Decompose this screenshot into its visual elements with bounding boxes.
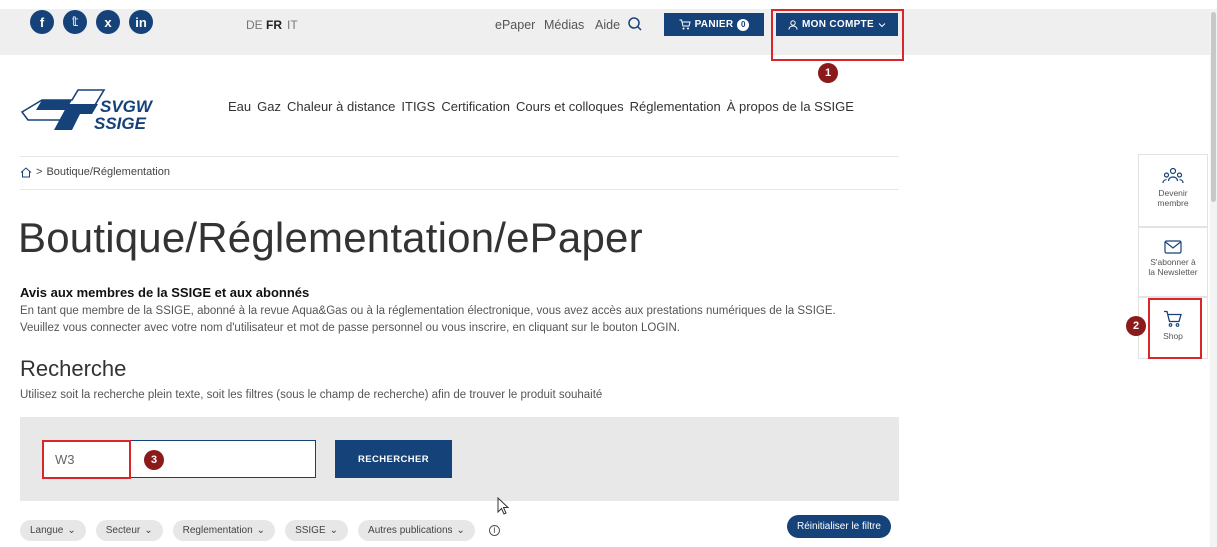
filter-label: SSIGE [295,525,326,536]
search-button[interactable]: RECHERCHER [335,440,452,478]
side-member-label-1: Devenir [1158,188,1188,198]
filter-bar: Langue ⌄ Secteur ⌄ Reglementation ⌄ SSIGE ⌄ … [20,520,500,541]
nav-eau[interactable]: Eau [228,99,251,114]
filter-ssige[interactable]: SSIGE ⌄ [285,520,349,541]
nav-certification[interactable]: Certification [441,99,510,114]
lang-de[interactable]: DE [246,18,263,32]
filter-label: Langue [30,525,64,536]
reset-filter-button[interactable]: Réinitialiser le filtre [787,515,891,538]
cart-label: PANIER [694,19,734,30]
xing-icon[interactable]: x [96,10,120,34]
link-epaper[interactable]: ePaper [495,18,535,32]
filter-label: Autres publications [368,525,453,536]
side-newsletter-label-2: la Newsletter [1148,267,1198,277]
notice-text: En tant que membre de la SSIGE, abonné à… [20,303,920,337]
side-newsletter-label-1: S'abonner à [1150,257,1196,267]
divider [20,189,899,190]
side-member[interactable]: Devenir membre [1138,154,1208,227]
search-icon[interactable] [627,16,643,32]
twitter-icon[interactable]: 𝕥 [63,10,87,34]
marker-2: 2 [1126,316,1146,336]
highlight-search-input [42,440,131,479]
side-member-label-2: membre [1157,198,1189,208]
chevron-down-icon: ⌄ [144,525,153,536]
link-medias[interactable]: Médias [544,18,584,32]
lang-it[interactable]: IT [287,18,298,32]
breadcrumb-current: Boutique/Réglementation [46,166,170,178]
linkedin-icon[interactable]: in [129,10,153,34]
chevron-down-icon: ⌄ [67,525,76,536]
notice-line-1: En tant que membre de la SSIGE, abonné à… [20,305,836,317]
filter-reglementation[interactable]: Reglementation ⌄ [172,520,276,541]
cart-count-badge: 0 [737,18,750,31]
filter-label: Secteur [105,525,141,536]
mouse-cursor-icon [497,497,510,515]
nav-a-propos[interactable]: À propos de la SSIGE [727,99,854,114]
notice-title: Avis aux membres de la SSIGE et aux abon… [20,285,310,300]
filter-secteur[interactable]: Secteur ⌄ [95,520,163,541]
breadcrumb-separator: > [36,166,43,178]
search-hint: Utilisez soit la recherche plein texte, … [20,389,603,401]
group-icon [1162,167,1184,184]
marker-3: 3 [144,450,164,470]
scrollbar-thumb[interactable] [1211,12,1216,202]
chevron-down-icon: ⌄ [456,525,465,536]
envelope-icon [1164,240,1182,254]
side-newsletter[interactable]: S'abonner à la Newsletter [1138,227,1208,297]
filter-langue[interactable]: Langue ⌄ [20,520,86,541]
nav-gaz[interactable]: Gaz [257,99,281,114]
main-nav: Eau Gaz Chaleur à distance ITIGS Certifi… [228,99,854,114]
marker-1: 1 [818,63,838,83]
nav-itigs[interactable]: ITIGS [401,99,435,114]
info-icon[interactable]: i [488,525,500,536]
highlight-shop [1148,298,1202,359]
search-heading: Recherche [20,356,127,381]
chevron-down-icon: ⌄ [256,525,266,536]
divider [20,156,899,157]
top-bar [0,9,1210,55]
svg-text:SSIGE: SSIGE [94,114,147,132]
nav-cours[interactable]: Cours et colloques [516,99,624,114]
svgw-ssige-logo: SVGW SSIGE [20,89,154,132]
link-aide[interactable]: Aide [595,18,620,32]
breadcrumb: > Boutique/Réglementation [20,166,170,178]
filter-autres[interactable]: Autres publications ⌄ [358,520,475,541]
cart-button[interactable]: PANIER 0 [664,13,764,36]
filter-label: Reglementation [182,525,253,536]
cart-icon [679,19,691,30]
notice-line-2: Veuillez vous connecter avec votre nom d… [20,322,680,334]
facebook-icon[interactable]: f [30,10,54,34]
page-title: Boutique/Réglementation/ePaper [18,214,643,261]
chevron-down-icon: ⌄ [329,525,339,536]
nav-chaleur[interactable]: Chaleur à distance [287,99,395,114]
nav-reglementation[interactable]: Réglementation [630,99,721,114]
lang-fr[interactable]: FR [266,18,282,32]
home-icon[interactable] [20,166,32,178]
highlight-account [771,9,904,61]
